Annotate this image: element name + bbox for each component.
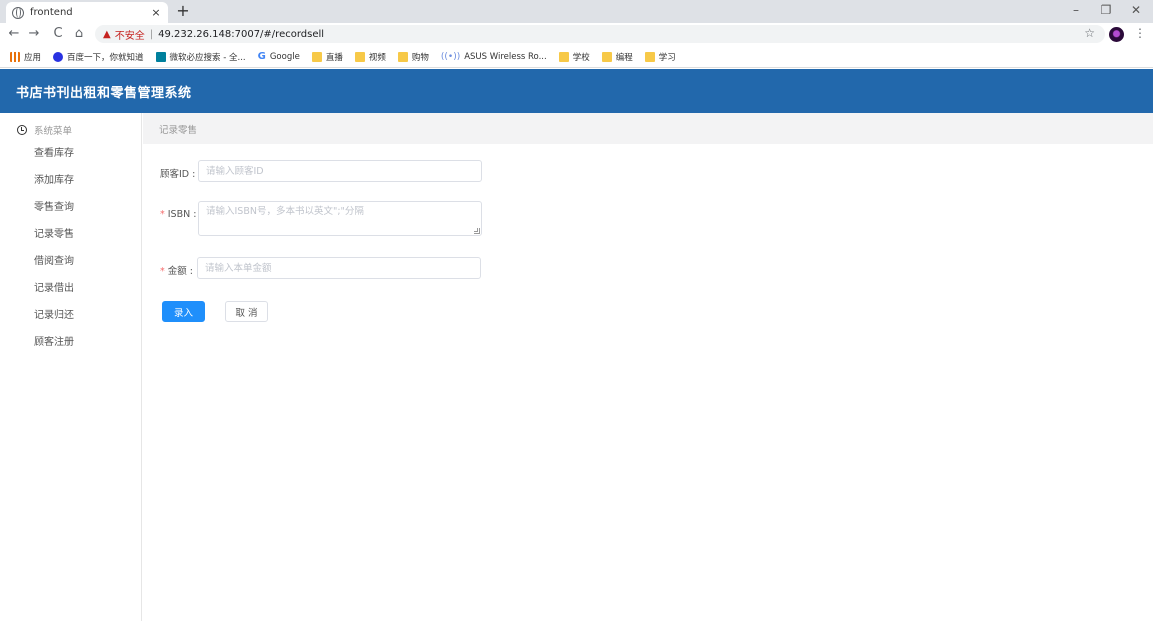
folder-icon [397, 51, 408, 62]
required-mark: * [160, 209, 165, 220]
home-icon[interactable]: ⌂ [71, 26, 87, 41]
bookmark-label: Google [269, 51, 300, 62]
restore-icon[interactable]: ❐ [1091, 3, 1121, 17]
baidu-icon [53, 51, 64, 62]
amount-input[interactable] [197, 257, 481, 279]
sidebar-item-borrow-query[interactable]: 借阅查询 [34, 252, 74, 267]
bookmark-bing[interactable]: 微软必应搜索 - 全... [155, 51, 246, 63]
sidebar-group-system-menu[interactable]: 系统菜单 [17, 123, 72, 137]
bookmark-google[interactable]: G Google [257, 50, 300, 62]
sidebar-item-customer-register[interactable]: 顾客注册 [34, 333, 74, 348]
app-header: 书店书刊出租和零售管理系统 [0, 69, 1153, 113]
close-window-icon[interactable]: ✕ [1121, 3, 1151, 17]
required-mark: * [160, 266, 165, 277]
bookmark-label: 视频 [368, 52, 386, 63]
back-icon[interactable]: ← [6, 26, 22, 41]
textarea-resize-handle[interactable] [474, 228, 480, 234]
cancel-button[interactable]: 取 消 [225, 301, 268, 322]
bookmark-label: ASUS Wireless Ro... [464, 51, 547, 62]
amount-label-text: 金额 : [167, 266, 193, 277]
sidebar-item-add-stock[interactable]: 添加库存 [34, 171, 74, 186]
submit-button[interactable]: 录入 [162, 301, 205, 322]
browser-tab[interactable]: frontend × [6, 2, 168, 23]
bookmark-folder-live[interactable]: 直播 [311, 51, 343, 63]
folder-icon [558, 51, 569, 62]
tab-close-icon[interactable]: × [150, 6, 162, 19]
clock-icon [17, 125, 27, 135]
url-text[interactable]: 49.232.26.148:7007/#/recordsell [158, 29, 324, 40]
bookmark-folder-school[interactable]: 学校 [558, 51, 590, 63]
bookmark-label: 学习 [658, 52, 676, 63]
browser-menu-icon[interactable]: ⋮ [1134, 26, 1146, 40]
isbn-label: * ISBN : [160, 209, 196, 220]
customer-id-label: 顾客ID : [160, 166, 195, 180]
folder-icon [354, 51, 365, 62]
bookmark-baidu[interactable]: 百度一下，你就知道 [53, 51, 144, 63]
bookmark-apps[interactable]: 应用 [10, 51, 41, 63]
isbn-label-text: ISBN : [167, 209, 197, 220]
bookmark-label: 直播 [325, 52, 343, 63]
wifi-icon: ((•)) [440, 51, 461, 62]
address-bar[interactable]: ▲ 不安全 | 49.232.26.148:7007/#/recordsell … [95, 25, 1105, 43]
bookmark-star-icon[interactable]: ☆ [1084, 26, 1095, 40]
warning-icon: ▲ [103, 28, 111, 40]
customer-id-label-text: 顾客ID : [160, 169, 196, 180]
sidebar-item-record-retail[interactable]: 记录零售 [34, 225, 74, 240]
amount-label: * 金额 : [160, 263, 193, 277]
sidebar-item-record-return[interactable]: 记录归还 [34, 306, 74, 321]
address-separator: | [149, 28, 154, 40]
bookmark-label: 应用 [24, 52, 42, 63]
sidebar-item-view-stock[interactable]: 查看库存 [34, 144, 74, 159]
bookmark-asus[interactable]: ((•)) ASUS Wireless Ro... [441, 52, 547, 62]
new-tab-button[interactable]: + [175, 3, 191, 19]
bookmark-folder-shopping[interactable]: 购物 [397, 51, 429, 63]
google-icon: G [257, 50, 266, 62]
breadcrumb: 记录零售 [143, 113, 1153, 144]
bookmark-label: 编程 [615, 52, 633, 63]
sidebar: 系统菜单 查看库存 添加库存 零售查询 记录零售 借阅查询 记录借出 记录归还 … [0, 113, 142, 621]
apps-icon [10, 51, 20, 62]
folder-icon [601, 51, 612, 62]
bookmark-label: 百度一下，你就知道 [67, 52, 144, 63]
sidebar-item-retail-query[interactable]: 零售查询 [34, 198, 74, 213]
minimize-icon[interactable]: – [1061, 3, 1091, 17]
bookmarks-bar: 应用 百度一下，你就知道 微软必应搜索 - 全... G Google 直播 视频… [0, 46, 1153, 68]
profile-avatar[interactable] [1109, 27, 1124, 42]
bookmark-label: 购物 [411, 52, 429, 63]
globe-icon [12, 6, 24, 19]
bookmark-folder-video[interactable]: 视频 [354, 51, 386, 63]
breadcrumb-current: 记录零售 [159, 124, 198, 136]
browser-tab-bar: frontend × + – ❐ ✕ [0, 0, 1153, 23]
folder-icon [644, 51, 655, 62]
isbn-textarea[interactable] [198, 201, 482, 236]
bing-icon [155, 51, 166, 62]
sidebar-group-label: 系统菜单 [34, 126, 73, 137]
reload-icon[interactable]: C [50, 26, 66, 41]
app-title: 书店书刊出租和零售管理系统 [16, 85, 192, 101]
browser-toolbar: ← → C ⌂ ▲ 不安全 | 49.232.26.148:7007/#/rec… [0, 23, 1153, 46]
bookmark-folder-coding[interactable]: 编程 [601, 51, 633, 63]
bookmark-label: 学校 [572, 52, 590, 63]
bookmark-folder-study[interactable]: 学习 [644, 51, 676, 63]
forward-icon[interactable]: → [26, 26, 42, 41]
bookmark-label: 微软必应搜索 - 全... [169, 52, 246, 63]
tab-title: frontend [30, 7, 73, 18]
security-status[interactable]: 不安全 [115, 27, 145, 42]
sidebar-item-record-lend[interactable]: 记录借出 [34, 279, 74, 294]
customer-id-input[interactable] [198, 160, 482, 182]
folder-icon [311, 51, 322, 62]
